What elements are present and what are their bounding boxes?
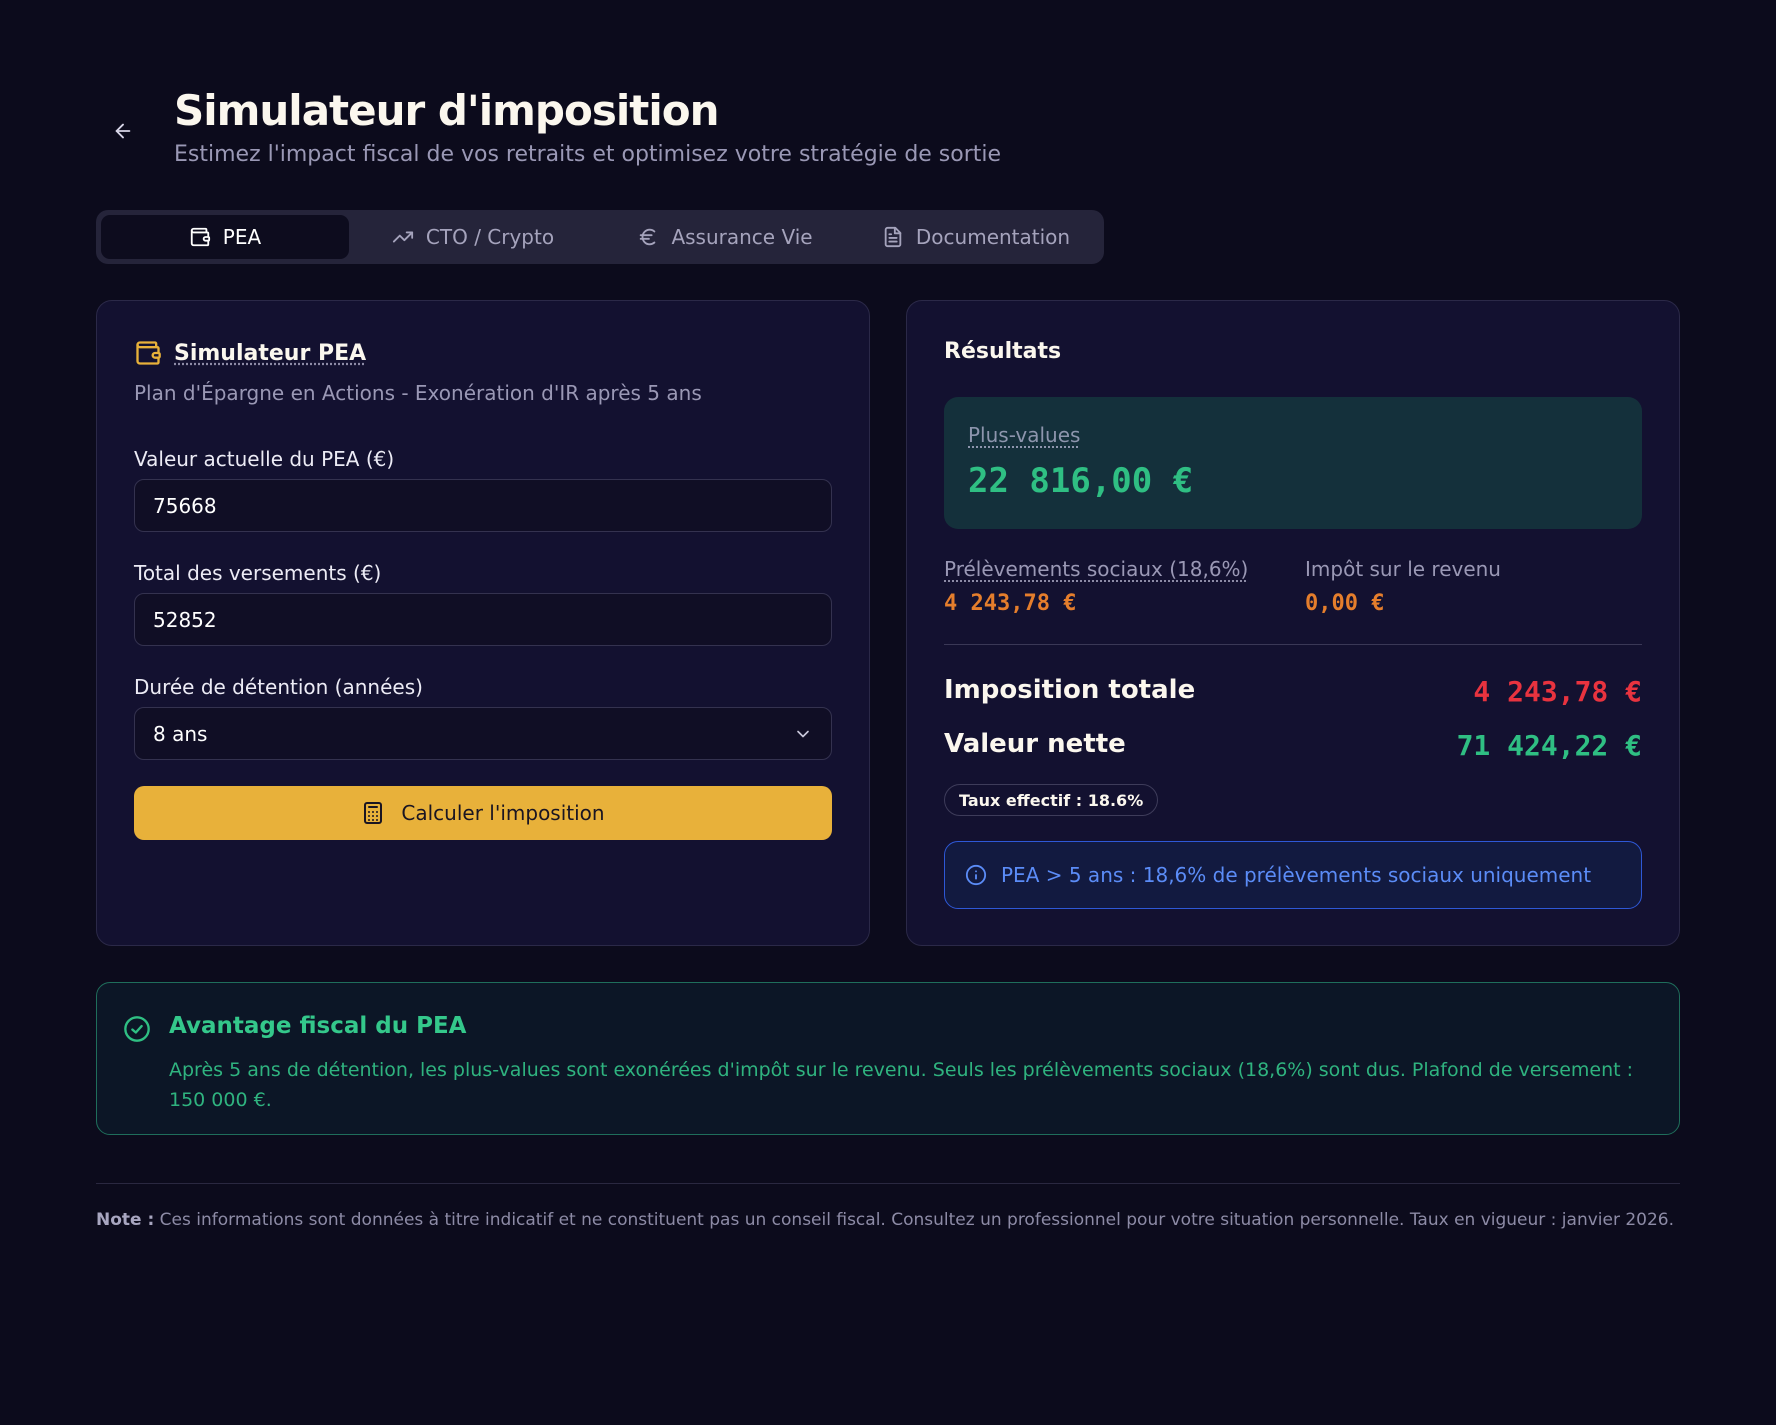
tab-cto-crypto[interactable]: CTO / Crypto: [349, 215, 597, 259]
results-title: Résultats: [944, 339, 1062, 364]
tab-label: Documentation: [915, 225, 1071, 249]
wallet-icon: [136, 341, 161, 365]
tab-label: CTO / Crypto: [425, 225, 555, 249]
effective-rate-badge: Taux effectif : 18.6%: [944, 784, 1159, 816]
total-deposits-input[interactable]: 52852: [134, 593, 832, 646]
tax-advantage-box: Avantage fiscal du PEA Après 5 ans de dé…: [96, 982, 1680, 1135]
tab-bar: PEA CTO / Crypto Assurance Vie Documenta…: [96, 210, 1104, 264]
tax-advantage-title: Avantage fiscal du PEA: [169, 1013, 467, 1039]
footer-note-text: Ces informations sont données à titre in…: [154, 1210, 1675, 1230]
calculator-icon: [364, 802, 383, 824]
info-text: PEA > 5 ans : 18,6% de prélèvements soci…: [1001, 863, 1592, 887]
total-deposits-label: Total des versements (€): [134, 561, 382, 585]
gains-value: 22 816,00 €: [968, 461, 1194, 501]
total-tax-label: Imposition totale: [944, 675, 1196, 705]
chevron-down-icon: [797, 730, 809, 737]
trending-up-icon: [392, 231, 413, 243]
footer-note-label: Note :: [96, 1210, 155, 1230]
current-value-text: 75668: [153, 493, 217, 518]
tab-label: Assurance Vie: [671, 225, 813, 249]
results-card: Résultats Plus-values 22 816,00 € Prélèv…: [906, 300, 1680, 946]
social-charges-value: 4 243,78 €: [944, 591, 1077, 616]
gains-label: Plus-values: [968, 423, 1081, 447]
tax-advantage-text: Après 5 ans de détention, les plus-value…: [169, 1059, 1634, 1111]
tab-assurance-vie[interactable]: Assurance Vie: [597, 215, 853, 259]
back-arrow-icon[interactable]: [108, 116, 138, 146]
euro-icon: [640, 228, 656, 246]
footer-note: Note : Ces informations sont données à t…: [96, 1210, 1674, 1230]
simulator-description: Plan d'Épargne en Actions - Exonération …: [134, 381, 702, 405]
calculate-button[interactable]: Calculer l'imposition: [134, 786, 832, 840]
info-box: PEA > 5 ans : 18,6% de prélèvements soci…: [944, 841, 1642, 909]
footer-divider: [96, 1183, 1680, 1184]
current-value-label: Valeur actuelle du PEA (€): [134, 447, 395, 471]
simulator-header: Simulateur PEA: [134, 339, 366, 367]
simulator-title: Simulateur PEA: [174, 340, 367, 366]
simulator-card: Simulateur PEA Plan d'Épargne en Actions…: [96, 300, 870, 946]
tab-documentation[interactable]: Documentation: [853, 215, 1099, 259]
holding-duration-select[interactable]: 8 ans: [134, 707, 832, 760]
page-title: Simulateur d'imposition: [174, 86, 719, 135]
total-deposits-text: 52852: [153, 607, 217, 632]
income-tax-value: 0,00 €: [1305, 591, 1385, 616]
holding-duration-value: 8 ans: [153, 721, 208, 746]
total-tax-value: 4 243,78 €: [1473, 675, 1642, 708]
gains-box: Plus-values 22 816,00 €: [944, 397, 1642, 529]
results-divider: [944, 644, 1642, 645]
net-value-label: Valeur nette: [944, 729, 1126, 759]
income-tax-label: Impôt sur le revenu: [1305, 557, 1501, 581]
document-icon: [884, 226, 902, 248]
tab-label: PEA: [222, 225, 262, 249]
check-circle-icon: [124, 1016, 150, 1042]
calculate-button-label: Calculer l'imposition: [401, 801, 605, 825]
page-subtitle: Estimez l'impact fiscal de vos retraits …: [174, 142, 1002, 167]
social-charges-label: Prélèvements sociaux (18,6%): [944, 557, 1249, 581]
net-value: 71 424,22 €: [1456, 729, 1642, 762]
page: Simulateur d'imposition Estimez l'impact…: [0, 0, 1776, 1425]
tab-pea[interactable]: PEA: [101, 215, 349, 259]
current-value-input[interactable]: 75668: [134, 479, 832, 532]
info-icon: [965, 864, 987, 886]
wallet-icon: [190, 227, 210, 247]
holding-duration-label: Durée de détention (années): [134, 675, 423, 699]
